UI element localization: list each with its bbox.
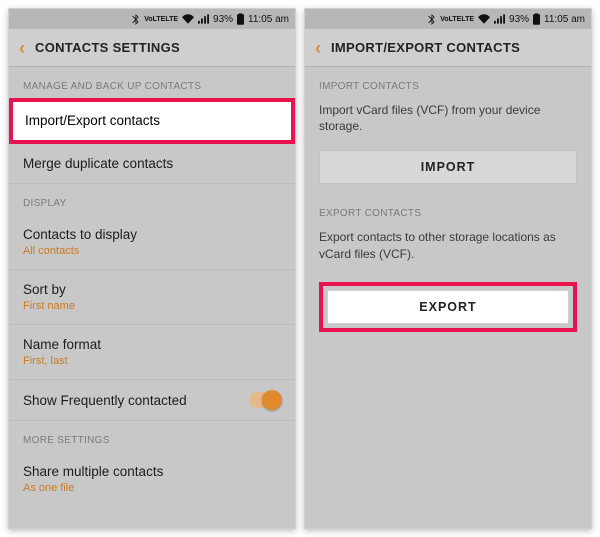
import-description: Import vCard files (VCF) from your devic…: [305, 98, 591, 146]
import-button[interactable]: IMPORT: [319, 150, 577, 184]
row-sort-by[interactable]: Sort by First name: [9, 270, 295, 325]
section-more: MORE SETTINGS: [9, 421, 295, 452]
section-manage: MANAGE AND BACK UP CONTACTS: [9, 67, 295, 98]
volte-icon: VoLTELTE: [144, 16, 178, 23]
wifi-icon: [478, 14, 490, 24]
row-nf-label: Name format: [23, 337, 281, 352]
phone-contacts-settings: VoLTELTE 93% 11:05 am ‹ CONTACTS SETTING…: [8, 8, 296, 529]
bluetooth-icon: [131, 14, 140, 25]
signal-icon: [198, 14, 209, 24]
row-freq-label: Show Frequently contacted: [23, 393, 187, 408]
row-share-sub: As one file: [23, 482, 281, 494]
section-display: DISPLAY: [9, 184, 295, 215]
app-header: ‹ CONTACTS SETTINGS: [9, 29, 295, 67]
battery-icon: [237, 13, 244, 25]
clock-time: 11:05 am: [544, 14, 585, 25]
header-title: CONTACTS SETTINGS: [35, 40, 180, 55]
status-bar: VoLTELTE 93% 11:05 am: [9, 9, 295, 29]
bluetooth-icon: [427, 14, 436, 25]
export-description: Export contacts to other storage locatio…: [305, 225, 591, 273]
row-ctd-sub: All contacts: [23, 245, 281, 257]
settings-content: MANAGE AND BACK UP CONTACTS Import/Expor…: [9, 67, 295, 528]
screenshot-canvas: VoLTELTE 93% 11:05 am ‹ CONTACTS SETTING…: [0, 0, 600, 537]
header-title: IMPORT/EXPORT CONTACTS: [331, 40, 520, 55]
export-button[interactable]: EXPORT: [327, 290, 569, 324]
section-import: IMPORT CONTACTS: [305, 67, 591, 98]
row-sort-sub: First name: [23, 300, 281, 312]
row-merge-label: Merge duplicate contacts: [23, 156, 173, 171]
battery-percent: 93%: [213, 14, 233, 25]
row-contacts-to-display[interactable]: Contacts to display All contacts: [9, 215, 295, 270]
wifi-icon: [182, 14, 194, 24]
row-merge-duplicates[interactable]: Merge duplicate contacts: [9, 144, 295, 184]
phone-import-export: VoLTELTE 93% 11:05 am ‹ IMPORT/EXPORT CO…: [304, 8, 592, 529]
row-name-format[interactable]: Name format First, last: [9, 325, 295, 380]
row-import-export[interactable]: Import/Export contacts: [9, 98, 295, 144]
row-import-export-label: Import/Export contacts: [25, 113, 160, 128]
section-export: EXPORT CONTACTS: [305, 194, 591, 225]
volte-icon: VoLTELTE: [440, 16, 474, 23]
import-export-content: IMPORT CONTACTS Import vCard files (VCF)…: [305, 67, 591, 528]
back-icon[interactable]: ‹: [19, 39, 25, 57]
back-icon[interactable]: ‹: [315, 39, 321, 57]
signal-icon: [494, 14, 505, 24]
status-bar: VoLTELTE 93% 11:05 am: [305, 9, 591, 29]
row-nf-sub: First, last: [23, 355, 281, 367]
row-sort-label: Sort by: [23, 282, 281, 297]
row-share-label: Share multiple contacts: [23, 464, 281, 479]
row-frequently-contacted[interactable]: Show Frequently contacted: [9, 380, 295, 421]
app-header: ‹ IMPORT/EXPORT CONTACTS: [305, 29, 591, 67]
toggle-frequently-contacted[interactable]: [249, 392, 281, 408]
row-share-multiple[interactable]: Share multiple contacts As one file: [9, 452, 295, 506]
export-button-highlight: EXPORT: [319, 282, 577, 332]
row-ctd-label: Contacts to display: [23, 227, 281, 242]
battery-percent: 93%: [509, 14, 529, 25]
battery-icon: [533, 13, 540, 25]
clock-time: 11:05 am: [248, 14, 289, 25]
